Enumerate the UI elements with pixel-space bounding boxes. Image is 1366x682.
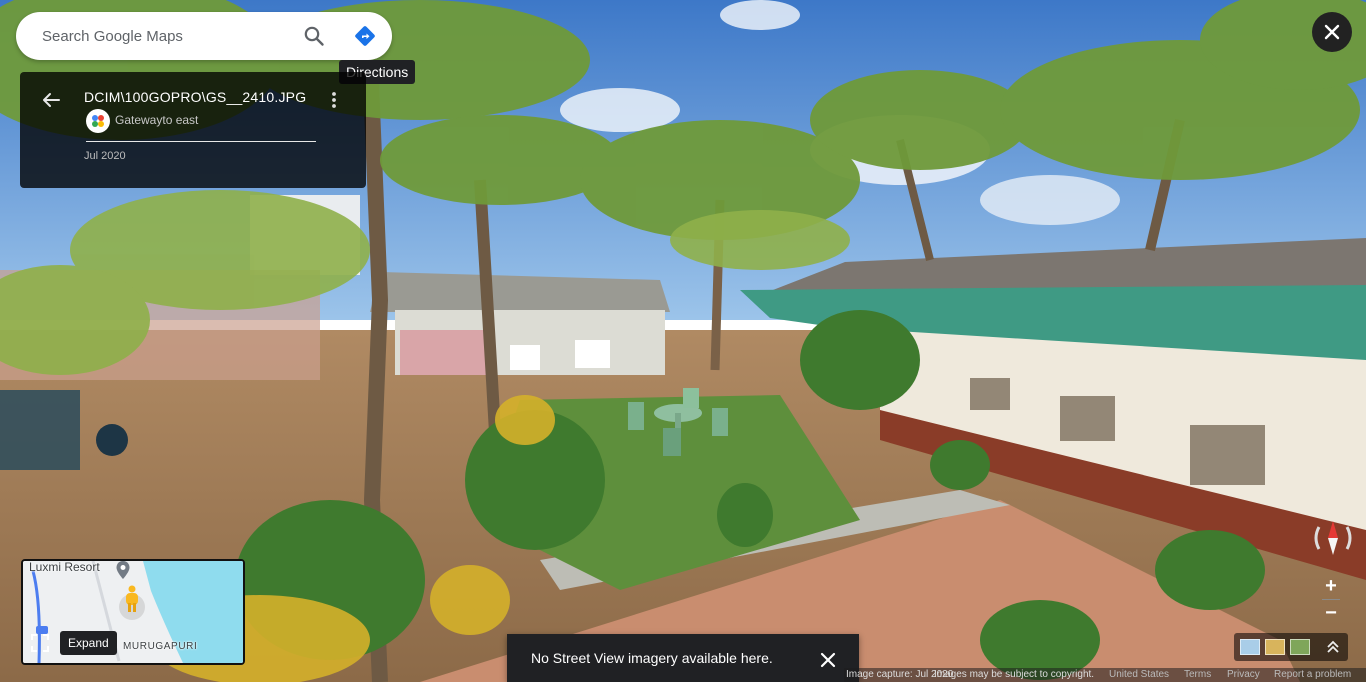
back-arrow-icon[interactable]	[40, 89, 62, 111]
more-vert-icon[interactable]	[326, 89, 342, 111]
pegman-icon[interactable]	[123, 585, 141, 613]
search-input[interactable]	[40, 26, 294, 46]
privacy-link[interactable]: Privacy	[1227, 669, 1260, 680]
copyright-notice: Images may be subject to copyright.	[934, 669, 1095, 680]
terms-link[interactable]: Terms	[1184, 669, 1211, 680]
report-problem-link[interactable]: Report a problem	[1274, 669, 1351, 680]
map-area-label: MURUGAPURI	[123, 641, 198, 652]
layer-thumb-terrain[interactable]	[1265, 639, 1285, 655]
contributor-name[interactable]: Gatewayto east	[115, 113, 198, 127]
zoom-in-button[interactable]: +	[1318, 573, 1344, 599]
photo-title: DCIM\100GOPRO\GS__2410.JPG	[84, 89, 307, 105]
chevron-up-icon[interactable]	[1326, 639, 1340, 655]
minimap[interactable]: Luxmi Resort MURUGAPURI	[21, 559, 245, 665]
expand-tooltip: Expand	[60, 631, 117, 655]
zoom-out-button[interactable]: −	[1318, 600, 1344, 626]
map-pin-icon	[116, 561, 130, 579]
snackbar: No Street View imagery available here.	[507, 634, 859, 682]
photo-date: Jul 2020	[84, 150, 126, 162]
layers-control	[1234, 633, 1348, 661]
layer-thumb-satellite[interactable]	[1290, 639, 1310, 655]
snackbar-message: No Street View imagery available here.	[531, 650, 773, 666]
layer-thumb-default[interactable]	[1240, 639, 1260, 655]
map-place-label: Luxmi Resort	[29, 560, 100, 574]
fullscreen-icon[interactable]	[28, 631, 52, 655]
divider	[86, 141, 316, 142]
country-link[interactable]: United States	[1109, 669, 1169, 680]
search-box	[16, 12, 392, 60]
directions-icon[interactable]	[353, 24, 377, 48]
footer-bar: Image capture: Jul 2020 Images may be su…	[844, 668, 1366, 682]
close-icon[interactable]	[1312, 12, 1352, 52]
compass-icon[interactable]	[1310, 515, 1356, 561]
search-icon[interactable]	[302, 24, 326, 48]
photo-info-card: DCIM\100GOPRO\GS__2410.JPG Gatewayto eas…	[20, 72, 366, 188]
contributor-avatar[interactable]	[86, 109, 110, 133]
close-icon[interactable]	[818, 650, 838, 670]
